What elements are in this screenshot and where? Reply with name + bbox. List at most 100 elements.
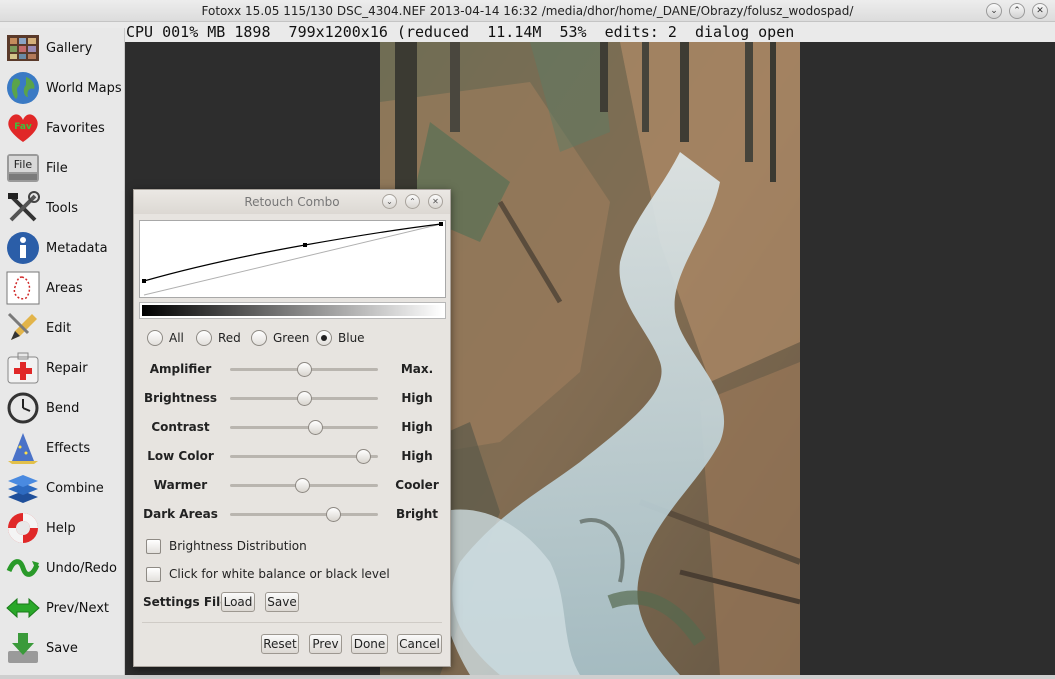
slider-label: Dark Areas <box>143 507 218 521</box>
slider-knob[interactable] <box>296 362 312 377</box>
slider-end-label: Bright <box>395 507 439 521</box>
white-balance-checkbox[interactable]: Click for white balance or black level <box>146 565 446 583</box>
chevron-up-icon: ⌃ <box>1013 6 1021 16</box>
done-button[interactable]: Done <box>351 634 388 654</box>
prev-next-icon <box>5 590 41 626</box>
curve-node[interactable] <box>142 279 146 283</box>
sidebar-item-metadata[interactable]: Metadata <box>0 228 125 268</box>
maximize-button[interactable]: ⌃ <box>1009 3 1025 19</box>
sidebar-item-label: Repair <box>46 360 88 376</box>
checkbox-box <box>146 566 161 582</box>
radio-green[interactable]: Green <box>251 329 309 347</box>
radio-selected-dot <box>321 335 327 341</box>
window-title: Fotoxx 15.05 115/130 DSC_4304.NEF 2013-0… <box>201 4 854 18</box>
dialog-titlebar[interactable]: Retouch Combo ⌄ ⌃ ✕ <box>134 190 450 214</box>
radio-label: All <box>169 331 184 345</box>
slider-row-contrast: Contrast High <box>134 417 450 437</box>
info-icon <box>5 230 41 266</box>
sidebar-item-label: Bend <box>46 400 80 416</box>
dialog-minimize-button[interactable]: ⌄ <box>382 194 397 209</box>
save-settings-button[interactable]: Save <box>265 592 299 612</box>
radio-circle <box>316 330 332 346</box>
brightness-gradient-bar <box>139 302 446 319</box>
reset-button[interactable]: Reset <box>261 634 299 654</box>
divider <box>142 622 442 623</box>
radio-label: Red <box>218 331 241 345</box>
radio-circle <box>196 330 212 346</box>
radio-label: Green <box>273 331 310 345</box>
sidebar-item-repair[interactable]: Repair <box>0 348 125 388</box>
sidebar-item-favorites[interactable]: Fav Favorites <box>0 108 125 148</box>
sidebar-item-world-maps[interactable]: World Maps <box>0 68 125 108</box>
sidebar-item-file[interactable]: File File <box>0 148 125 188</box>
load-button[interactable]: Load <box>221 592 255 612</box>
radio-blue[interactable]: Blue <box>316 329 365 347</box>
checkbox-box <box>146 538 161 554</box>
areas-icon <box>5 270 41 306</box>
sidebar-item-label: Areas <box>46 280 83 296</box>
sidebar-item-gallery[interactable]: Gallery <box>0 28 125 68</box>
slider-end-label: High <box>401 391 433 405</box>
slider-row-amplifier: Amplifier Max. <box>134 359 450 379</box>
lifebuoy-icon <box>5 510 41 546</box>
sidebar-item-label: Effects <box>46 440 91 456</box>
sidebar-item-edit[interactable]: Edit <box>0 308 125 348</box>
sidebar-item-label: World Maps <box>46 80 122 96</box>
radio-circle <box>147 330 163 346</box>
pencil-icon <box>5 310 41 346</box>
sidebar-item-label: Undo/Redo <box>46 560 117 576</box>
slider-label: Contrast <box>151 420 210 434</box>
brightness-distribution-checkbox[interactable]: Brightness Distribution <box>146 537 446 555</box>
repair-icon <box>5 350 41 386</box>
slider-knob[interactable] <box>355 449 371 464</box>
cancel-button[interactable]: Cancel <box>397 634 442 654</box>
slider-label: Warmer <box>153 478 208 492</box>
radio-circle <box>251 330 267 346</box>
radio-red[interactable]: Red <box>196 329 241 347</box>
close-window-button[interactable]: ✕ <box>1032 3 1048 19</box>
sidebar-item-label: File <box>46 160 68 176</box>
close-icon: ✕ <box>1036 6 1044 16</box>
slider-row-brightness: Brightness High <box>134 388 450 408</box>
minimize-button[interactable]: ⌄ <box>986 3 1002 19</box>
slider-track[interactable] <box>230 513 378 516</box>
prev-button[interactable]: Prev <box>309 634 342 654</box>
status-text: CPU 001% MB 1898 799x1200x16 (reduced 11… <box>126 23 795 41</box>
curve-node[interactable] <box>439 222 443 226</box>
dialog-close-button[interactable]: ✕ <box>428 194 443 209</box>
chevron-down-icon: ⌄ <box>990 6 998 16</box>
slider-knob[interactable] <box>296 391 312 406</box>
slider-end-label: Cooler <box>395 478 439 492</box>
slider-track[interactable] <box>230 426 378 429</box>
sidebar-item-combine[interactable]: Combine <box>0 468 125 508</box>
sidebar-item-effects[interactable]: Effects <box>0 428 125 468</box>
heart-icon: Fav <box>5 110 41 146</box>
undo-redo-icon <box>5 550 41 586</box>
sidebar-item-label: Save <box>46 640 78 656</box>
slider-label: Low Color <box>147 449 214 463</box>
curve-editor[interactable] <box>139 220 446 298</box>
svg-text:Fav: Fav <box>14 122 32 132</box>
radio-all[interactable]: All <box>147 329 184 347</box>
sidebar-item-areas[interactable]: Areas <box>0 268 125 308</box>
sidebar-item-label: Help <box>46 520 76 536</box>
dialog-maximize-button[interactable]: ⌃ <box>405 194 420 209</box>
sidebar-item-label: Metadata <box>46 240 108 256</box>
gallery-icon <box>5 30 41 66</box>
tools-icon <box>5 190 41 226</box>
slider-knob[interactable] <box>308 420 324 435</box>
bend-icon <box>5 390 41 426</box>
sidebar-item-bend[interactable]: Bend <box>0 388 125 428</box>
globe-icon <box>5 70 41 106</box>
slider-knob[interactable] <box>326 507 342 522</box>
sidebar-item-save[interactable]: Save <box>0 628 125 668</box>
sidebar-item-undo-redo[interactable]: Undo/Redo <box>0 548 125 588</box>
sidebar-item-help[interactable]: Help <box>0 508 125 548</box>
curve-node[interactable] <box>303 243 307 247</box>
slider-label: Brightness <box>143 391 217 405</box>
sidebar-item-tools[interactable]: Tools <box>0 188 125 228</box>
slider-knob[interactable] <box>295 478 311 493</box>
sidebar-item-prev-next[interactable]: Prev/Next <box>0 588 125 628</box>
retouch-combo-dialog: Retouch Combo ⌄ ⌃ ✕ All Red Green Blue A… <box>133 189 451 667</box>
slider-row-low-color: Low Color High <box>134 446 450 466</box>
